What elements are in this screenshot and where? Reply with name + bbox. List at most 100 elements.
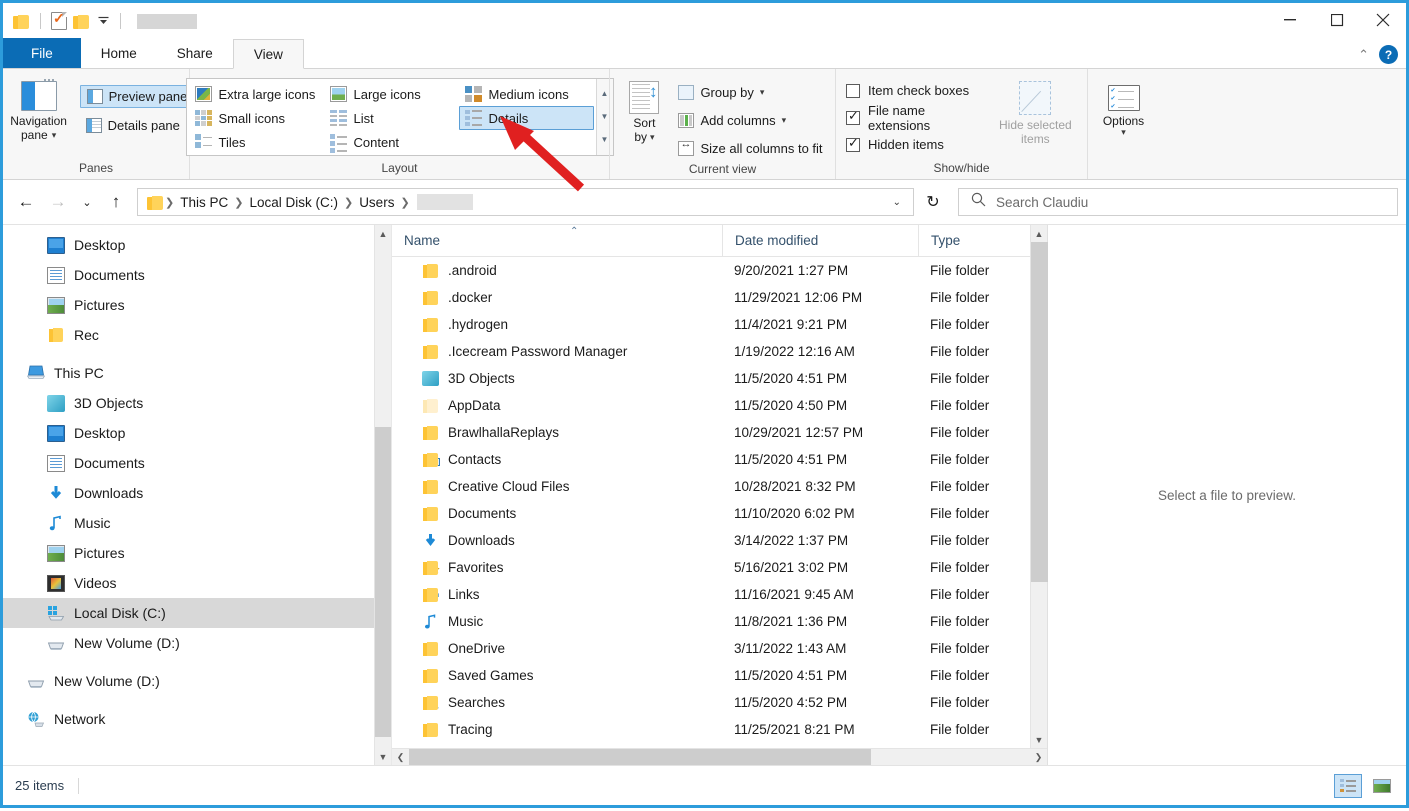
layout-list[interactable]: List bbox=[324, 106, 459, 130]
layout-medium-icons[interactable]: Medium icons bbox=[459, 82, 594, 106]
item-check-boxes-option[interactable]: Item check boxes bbox=[846, 77, 990, 104]
customize-qat-dropdown-icon[interactable] bbox=[96, 12, 110, 30]
table-row[interactable]: .docker 11/29/2021 12:06 PM File folder bbox=[392, 284, 1047, 311]
hidden-items-checkbox[interactable] bbox=[846, 138, 860, 152]
sidebar-item-documents-quick[interactable]: Documents bbox=[3, 260, 391, 290]
scroll-left-icon[interactable]: ❮ bbox=[392, 749, 409, 766]
sidebar-item-network[interactable]: Network bbox=[3, 704, 391, 734]
layout-content[interactable]: Content bbox=[324, 130, 459, 154]
tab-view[interactable]: View bbox=[233, 39, 304, 69]
vscroll-track[interactable] bbox=[1031, 242, 1048, 731]
refresh-button[interactable]: ↻ bbox=[916, 187, 950, 217]
table-row[interactable]: Tracing 11/25/2021 8:21 PM File folder bbox=[392, 716, 1047, 743]
column-header-date-modified[interactable]: Date modified bbox=[722, 225, 918, 257]
scroll-right-icon[interactable]: ❯ bbox=[1030, 749, 1047, 766]
minimize-button[interactable] bbox=[1268, 3, 1314, 37]
table-row[interactable]: Music 11/8/2021 1:36 PM File folder bbox=[392, 608, 1047, 635]
vscroll-thumb[interactable] bbox=[1031, 242, 1048, 582]
sidebar-item-3d-objects[interactable]: 3D Objects bbox=[3, 388, 391, 418]
sidebar-item-music[interactable]: Music bbox=[3, 508, 391, 538]
gallery-scroll-up-icon[interactable]: ▲ bbox=[601, 90, 609, 98]
hscroll-thumb[interactable] bbox=[409, 749, 871, 766]
file-name-extensions-option[interactable]: File name extensions bbox=[846, 104, 990, 131]
table-row[interactable]: Favorites 5/16/2021 3:02 PM File folder bbox=[392, 554, 1047, 581]
sidebar-item-desktop[interactable]: Desktop bbox=[3, 418, 391, 448]
scroll-up-icon[interactable]: ▲ bbox=[1031, 225, 1048, 242]
large-icons-view-button[interactable] bbox=[1368, 774, 1396, 798]
sort-by-button[interactable]: Sort by ▾ bbox=[616, 79, 672, 146]
tab-home[interactable]: Home bbox=[81, 38, 157, 68]
recent-locations-button[interactable]: ⌄ bbox=[75, 187, 99, 217]
file-list-horizontal-scrollbar[interactable]: ❮ ❯ bbox=[392, 748, 1047, 765]
address-dropdown-icon[interactable]: ⌄ bbox=[885, 197, 909, 208]
table-row[interactable]: AppData 11/5/2020 4:50 PM File folder bbox=[392, 392, 1047, 419]
options-button[interactable]: ✔ ✔ ✔ Options ▾ bbox=[1091, 83, 1157, 139]
table-row[interactable]: .Icecream Password Manager 1/19/2022 12:… bbox=[392, 338, 1047, 365]
search-box[interactable]: Search Claudiu bbox=[958, 188, 1398, 216]
folder-icon[interactable] bbox=[13, 14, 30, 29]
gallery-expand-icon[interactable]: ▼ bbox=[601, 136, 609, 144]
breadcrumb-separator[interactable]: ❯ bbox=[164, 196, 175, 209]
size-all-columns-button[interactable]: Size all columns to fit bbox=[672, 137, 828, 160]
hidden-items-option[interactable]: Hidden items bbox=[846, 131, 990, 158]
column-header-type[interactable]: Type bbox=[918, 225, 1047, 257]
layout-extra-large-icons[interactable]: Extra large icons bbox=[189, 82, 324, 106]
details-view-button[interactable] bbox=[1334, 774, 1362, 798]
table-row[interactable]: Searches 11/5/2020 4:52 PM File folder bbox=[392, 689, 1047, 716]
table-row[interactable]: Contacts 11/5/2020 4:51 PM File folder bbox=[392, 446, 1047, 473]
table-row[interactable]: OneDrive 3/11/2022 1:43 AM File folder bbox=[392, 635, 1047, 662]
layout-tiles[interactable]: Tiles bbox=[189, 130, 324, 154]
file-name-extensions-checkbox[interactable] bbox=[846, 111, 860, 125]
group-by-button[interactable]: Group by ▾ bbox=[672, 81, 828, 104]
details-pane-button[interactable]: Details pane bbox=[80, 114, 195, 137]
table-row[interactable]: 3D Objects 11/5/2020 4:51 PM File folder bbox=[392, 365, 1047, 392]
breadcrumb-folder-icon[interactable] bbox=[147, 195, 164, 210]
help-icon[interactable]: ? bbox=[1379, 45, 1398, 64]
chevron-down-icon[interactable]: ▾ bbox=[52, 131, 57, 140]
maximize-button[interactable] bbox=[1314, 3, 1360, 37]
sidebar-item-new-volume-d-child[interactable]: New Volume (D:) bbox=[3, 628, 391, 658]
breadcrumb-separator[interactable]: ❯ bbox=[233, 196, 244, 209]
sidebar-item-this-pc[interactable]: This PC bbox=[3, 358, 391, 388]
sidebar-item-downloads[interactable]: Downloads bbox=[3, 478, 391, 508]
address-input[interactable]: ❯ This PC ❯ Local Disk (C:) ❯ Users ❯ ⌄ bbox=[137, 188, 914, 216]
navigation-pane-button[interactable]: Navigation pane ▾ bbox=[0, 79, 80, 144]
item-check-boxes-checkbox[interactable] bbox=[846, 84, 860, 98]
sidebar-item-local-disk-c[interactable]: Local Disk (C:) bbox=[3, 598, 391, 628]
chevron-down-icon[interactable]: ▾ bbox=[650, 133, 655, 142]
breadcrumb-local-disk[interactable]: Local Disk (C:) bbox=[244, 195, 343, 210]
table-row[interactable]: Saved Games 11/5/2020 4:51 PM File folde… bbox=[392, 662, 1047, 689]
table-row[interactable]: Documents 11/10/2020 6:02 PM File folder bbox=[392, 500, 1047, 527]
table-row[interactable]: .android 9/20/2021 1:27 PM File folder bbox=[392, 257, 1047, 284]
sidebar-item-videos[interactable]: Videos bbox=[3, 568, 391, 598]
nav-scroll-track[interactable] bbox=[375, 242, 392, 748]
breadcrumb-users[interactable]: Users bbox=[354, 195, 399, 210]
breadcrumb-separator[interactable]: ❯ bbox=[343, 196, 354, 209]
chevron-down-icon[interactable]: ▾ bbox=[782, 116, 787, 125]
close-button[interactable] bbox=[1360, 3, 1406, 37]
breadcrumb-user-redacted[interactable] bbox=[417, 194, 473, 210]
sidebar-item-pictures-quick[interactable]: Pictures bbox=[3, 290, 391, 320]
add-columns-button[interactable]: Add columns ▾ bbox=[672, 109, 828, 132]
chevron-down-icon[interactable]: ▾ bbox=[1121, 128, 1126, 137]
up-button[interactable]: ↑ bbox=[101, 187, 131, 217]
tab-file[interactable]: File bbox=[3, 38, 81, 68]
breadcrumb-this-pc[interactable]: This PC bbox=[175, 195, 233, 210]
chevron-down-icon[interactable]: ▾ bbox=[760, 88, 765, 97]
table-row[interactable]: BrawlhallaReplays 10/29/2021 12:57 PM Fi… bbox=[392, 419, 1047, 446]
tab-share[interactable]: Share bbox=[157, 38, 233, 68]
table-row[interactable]: Downloads 3/14/2022 1:37 PM File folder bbox=[392, 527, 1047, 554]
gallery-scroll-down-icon[interactable]: ▼ bbox=[601, 113, 609, 121]
layout-small-icons[interactable]: Small icons bbox=[189, 106, 324, 130]
navigation-pane-scrollbar[interactable]: ▲ ▼ bbox=[374, 225, 391, 765]
table-row[interactable]: Links 11/16/2021 9:45 AM File folder bbox=[392, 581, 1047, 608]
nav-scroll-thumb[interactable] bbox=[375, 427, 392, 737]
table-row[interactable]: Creative Cloud Files 10/28/2021 8:32 PM … bbox=[392, 473, 1047, 500]
properties-icon[interactable] bbox=[51, 12, 67, 30]
back-button[interactable]: ← bbox=[11, 187, 41, 217]
sidebar-item-rec[interactable]: Rec bbox=[3, 320, 391, 350]
breadcrumb-separator[interactable]: ❯ bbox=[399, 196, 410, 209]
preview-pane-button[interactable]: Preview pane bbox=[80, 85, 195, 108]
sidebar-item-pictures[interactable]: Pictures bbox=[3, 538, 391, 568]
sidebar-item-new-volume-d[interactable]: New Volume (D:) bbox=[3, 666, 391, 696]
